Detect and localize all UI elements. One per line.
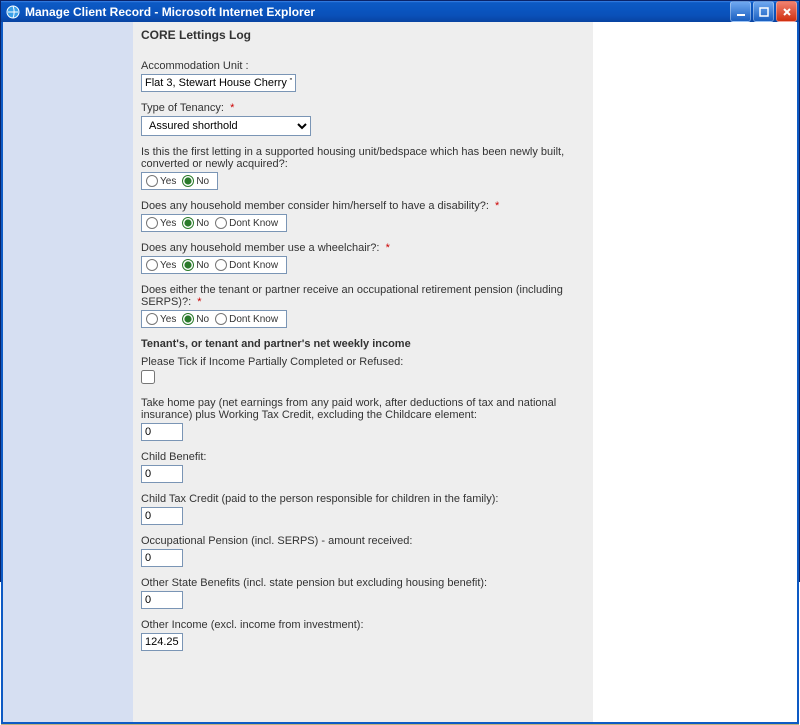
pension-yes[interactable] <box>146 313 158 325</box>
first-letting-radios: Yes No <box>141 172 218 190</box>
partial-checkbox[interactable] <box>141 370 155 384</box>
first-letting-yes[interactable] <box>146 175 158 187</box>
wheelchair-radios: Yes No Dont Know <box>141 256 287 274</box>
wheelchair-label: Does any household member use a wheelcha… <box>141 242 585 254</box>
disability-label: Does any household member consider him/h… <box>141 200 585 212</box>
disability-yes[interactable] <box>146 217 158 229</box>
left-sidebar <box>3 22 133 722</box>
pension-no[interactable] <box>182 313 194 325</box>
pension-radios: Yes No Dont Know <box>141 310 287 328</box>
title-bar: Manage Client Record - Microsoft Interne… <box>1 1 799 22</box>
maximize-button[interactable] <box>753 1 774 22</box>
ie-icon <box>5 4 21 20</box>
client-area: CORE Lettings Log Accommodation Unit : T… <box>1 22 799 724</box>
wheelchair-yes[interactable] <box>146 259 158 271</box>
accommodation-label: Accommodation Unit : <box>141 60 585 72</box>
window-controls <box>730 1 797 22</box>
minimize-button[interactable] <box>730 1 751 22</box>
income-section-heading: Tenant's, or tenant and partner's net we… <box>141 338 585 350</box>
other-income-input[interactable] <box>141 633 183 651</box>
other-income-label: Other Income (excl. income from investme… <box>141 619 585 631</box>
required-asterisk: * <box>230 102 234 114</box>
occ-pension-label: Occupational Pension (incl. SERPS) - amo… <box>141 535 585 547</box>
child-tax-input[interactable] <box>141 507 183 525</box>
child-benefit-label: Child Benefit: <box>141 451 585 463</box>
other-state-input[interactable] <box>141 591 183 609</box>
take-home-input[interactable] <box>141 423 183 441</box>
form-panel: CORE Lettings Log Accommodation Unit : T… <box>133 22 593 722</box>
tenancy-select[interactable]: Assured shorthold <box>141 116 311 136</box>
window-title: Manage Client Record - Microsoft Interne… <box>25 5 730 19</box>
occ-pension-input[interactable] <box>141 549 183 567</box>
wheelchair-no[interactable] <box>182 259 194 271</box>
disability-radios: Yes No Dont Know <box>141 214 287 232</box>
browser-window: Manage Client Record - Microsoft Interne… <box>0 0 800 582</box>
other-state-label: Other State Benefits (incl. state pensio… <box>141 577 585 589</box>
take-home-label: Take home pay (net earnings from any pai… <box>141 397 585 421</box>
page-title: CORE Lettings Log <box>141 28 585 42</box>
scroll-area[interactable]: CORE Lettings Log Accommodation Unit : T… <box>3 22 797 722</box>
first-letting-label: Is this the first letting in a supported… <box>141 146 585 170</box>
first-letting-no[interactable] <box>182 175 194 187</box>
accommodation-input[interactable] <box>141 74 296 92</box>
right-gutter <box>593 22 797 722</box>
child-benefit-input[interactable] <box>141 465 183 483</box>
pension-label: Does either the tenant or partner receiv… <box>141 284 585 308</box>
wheelchair-dk[interactable] <box>215 259 227 271</box>
disability-dk[interactable] <box>215 217 227 229</box>
partial-label: Please Tick if Income Partially Complete… <box>141 356 585 368</box>
child-tax-label: Child Tax Credit (paid to the person res… <box>141 493 585 505</box>
close-button[interactable] <box>776 1 797 22</box>
pension-dk[interactable] <box>215 313 227 325</box>
tenancy-label: Type of Tenancy: * <box>141 102 585 114</box>
disability-no[interactable] <box>182 217 194 229</box>
